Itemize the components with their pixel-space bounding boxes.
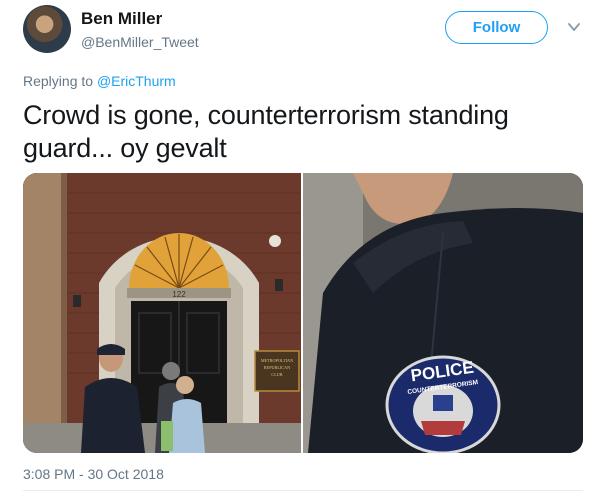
author-name[interactable]: Ben Miller <box>81 9 162 29</box>
tweet-text: Crowd is gone, counterterrorism standing… <box>23 99 563 165</box>
replying-to: Replying to @EricThurm <box>23 73 176 89</box>
tweet-text-line-1: Crowd is gone, counterterrorism standing <box>23 100 509 130</box>
photo-building-entrance[interactable]: 122 METROPOLITAN REPUBLICAN CLUB <box>23 173 301 453</box>
replying-to-label: Replying to <box>23 73 97 89</box>
photo-officer-closeup[interactable]: POLICE COUNTERTERRORISM <box>303 173 583 453</box>
divider <box>23 490 583 491</box>
plaque-line-1: METROPOLITAN <box>261 358 293 363</box>
tweet-media[interactable]: 122 METROPOLITAN REPUBLICAN CLUB POLICE … <box>23 173 583 453</box>
chevron-down-icon[interactable] <box>567 20 581 34</box>
follow-button[interactable]: Follow <box>445 11 548 44</box>
plaque-line-3: CLUB <box>271 372 282 377</box>
tweet-text-line-2: guard... oy gevalt <box>23 133 227 163</box>
tweet-timestamp[interactable]: 3:08 PM - 30 Oct 2018 <box>23 466 164 482</box>
reply-mention-link[interactable]: @EricThurm <box>97 73 176 89</box>
door-number: 122 <box>172 290 186 299</box>
author-avatar[interactable] <box>23 5 71 53</box>
plaque-line-2: REPUBLICAN <box>264 365 290 370</box>
police-patch: POLICE COUNTERTERRORISM <box>385 355 501 453</box>
author-handle[interactable]: @BenMiller_Tweet <box>81 34 199 50</box>
